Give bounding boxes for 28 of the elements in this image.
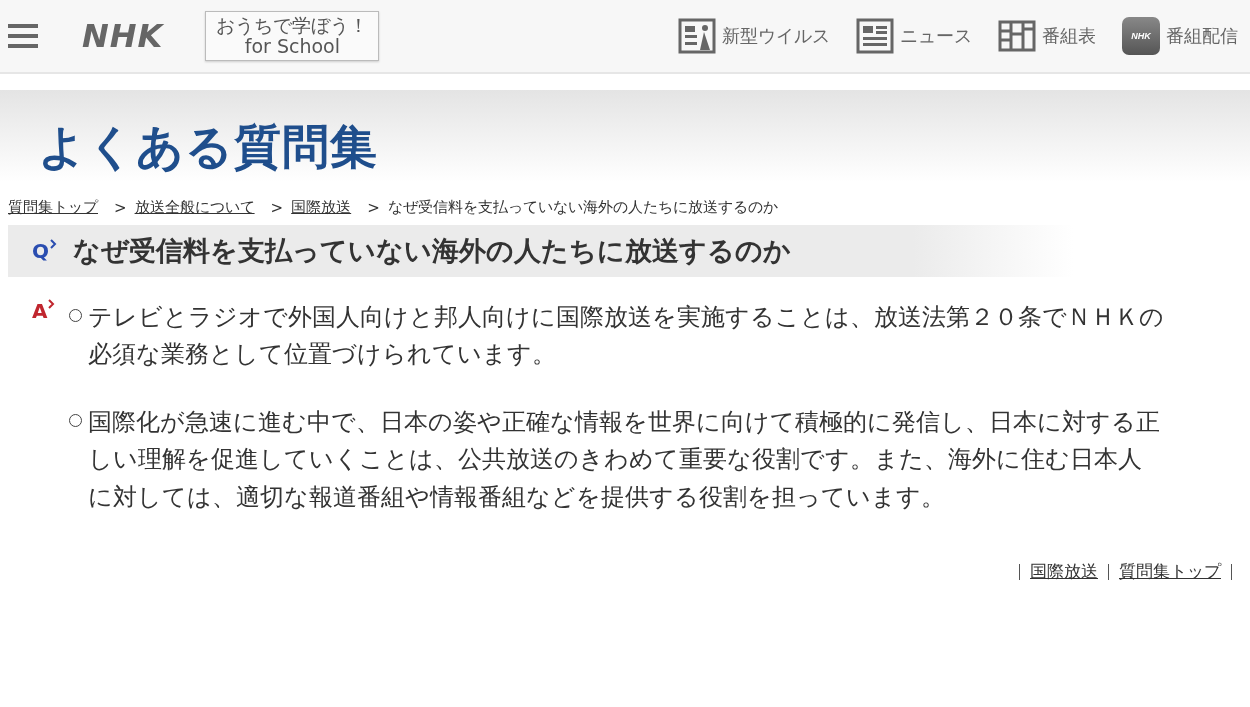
breadcrumb-current: なぜ受信料を支払っていない海外の人たちに放送するのか — [387, 198, 778, 217]
nav-link[interactable]: ニュース — [856, 18, 972, 54]
nav-link[interactable]: NHK 番組配信 — [1122, 17, 1238, 55]
breadcrumb-link[interactable]: 質問集トップ — [8, 198, 98, 217]
answer-paragraph: テレビとラジオで外国人向けと邦人向けに国際放送を実施することは、放送法第２０条でＮＨＫの必須な業務として位置づけられています。 — [88, 302, 1165, 371]
school-button[interactable]: おうちで学ぼう！ for School — [205, 11, 380, 61]
nhk-logo[interactable]: NHK — [82, 17, 164, 55]
chevron-icon — [49, 239, 57, 249]
news-icon[interactable] — [856, 18, 894, 54]
breadcrumb-link[interactable]: 放送全般について — [134, 198, 255, 217]
nav-link[interactable]: 新型ウイルス — [678, 18, 830, 54]
breadcrumb-separator: > — [270, 198, 284, 217]
menu-icon[interactable] — [8, 23, 38, 49]
page-title: よくある質問集 — [38, 118, 378, 176]
breadcrumb-separator: > — [367, 198, 380, 217]
answer-paragraph: 国際化が急速に進む中で、日本の姿や正確な情報を世界に向けて積極的に発信し、日本に対する正しい理解を促進していくことは、公共放送のきわめて重要な役割です。また、海外に住む日本人に対しては、適切な報道番組や情報番組などを提供する役割を担っています。 — [88, 406, 1162, 513]
breadcrumb-separator: > — [114, 198, 127, 217]
footer-link[interactable]: 国際放送 — [1030, 560, 1098, 584]
breadcrumb-link[interactable]: 国際放送 — [291, 198, 352, 217]
grid-icon[interactable] — [998, 20, 1036, 52]
question-title: なぜ受信料を支払っていない海外の人たちに放送するのか — [73, 234, 791, 268]
newspaper-icon[interactable] — [678, 18, 716, 54]
chevron-icon — [47, 299, 56, 309]
app-icon[interactable]: NHK — [1122, 17, 1160, 55]
nav-link[interactable]: 番組表 — [998, 20, 1096, 52]
answer-mark: A — [32, 299, 48, 323]
question-mark: Q — [32, 239, 49, 263]
footer-link[interactable]: 質問集トップ — [1119, 560, 1221, 584]
